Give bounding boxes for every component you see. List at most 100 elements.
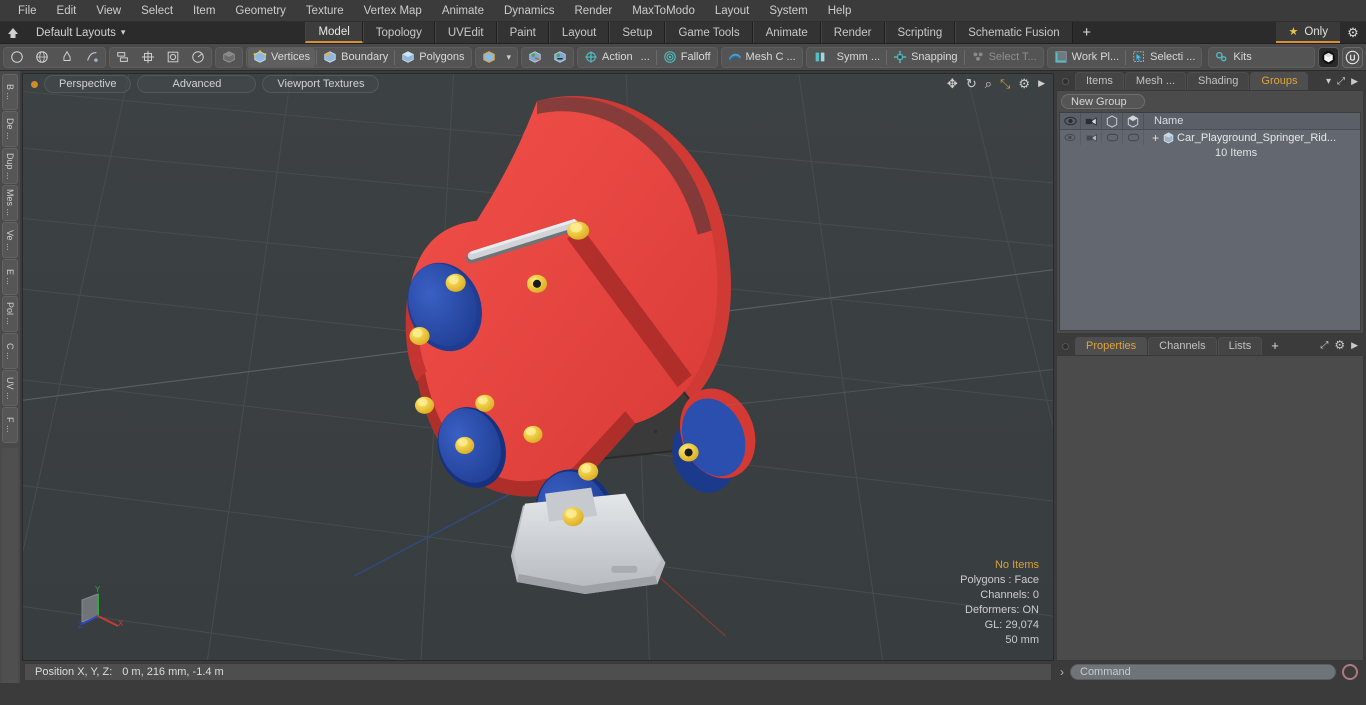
viewport-settings-gear-icon[interactable]: ⚙ — [1018, 77, 1030, 90]
viewport-perspective-button[interactable]: Perspective — [44, 75, 132, 93]
symmetry-button[interactable]: Symm ... — [808, 48, 885, 67]
tab-render[interactable]: Render — [820, 22, 885, 43]
gear-icon[interactable]: ⚙ — [1340, 22, 1366, 43]
tab-model[interactable]: Model — [305, 22, 363, 43]
tab-lists[interactable]: Lists — [1217, 337, 1263, 355]
curve-tool-icon[interactable] — [80, 48, 104, 67]
menu-item-maxtomodo[interactable]: MaxToModo — [622, 2, 705, 20]
menu-item-system[interactable]: System — [759, 2, 817, 20]
tab-schematic-fusion[interactable]: Schematic Fusion — [955, 22, 1073, 43]
left-tab-polygon[interactable]: Pol ... — [2, 296, 18, 332]
tab-paint[interactable]: Paint — [496, 22, 549, 43]
polygons-button[interactable]: Polygons — [396, 48, 469, 67]
expand-icon[interactable]: ⤢ — [1337, 76, 1345, 87]
menu-item-item[interactable]: Item — [183, 2, 225, 20]
row-shaded-toggle[interactable] — [1123, 130, 1144, 145]
tab-mesh[interactable]: Mesh ... — [1124, 72, 1187, 90]
tab-items[interactable]: Items — [1075, 72, 1124, 90]
fit-icon[interactable]: ⤡ — [1000, 77, 1010, 90]
viewport-menu-arrow-icon[interactable]: ▶ — [1038, 79, 1045, 88]
panel-dot-icon[interactable] — [1062, 78, 1069, 85]
tab-groups[interactable]: Groups — [1250, 72, 1309, 90]
square-select-icon[interactable] — [161, 48, 185, 67]
work-plane-button[interactable]: Work Pl... — [1049, 48, 1124, 67]
tab-scripting[interactable]: Scripting — [884, 22, 956, 43]
gear-icon[interactable]: ⚙ — [1334, 338, 1345, 352]
default-layouts-dropdown[interactable]: Default Layouts ▾ — [26, 22, 135, 43]
viewport-textures-button[interactable]: Viewport Textures — [262, 75, 380, 93]
menu-item-edit[interactable]: Edit — [47, 2, 87, 20]
left-tab-edge[interactable]: E ... — [2, 259, 18, 295]
add-tab-button[interactable]: + — [1072, 22, 1101, 43]
expand-row-button[interactable]: + — [1144, 132, 1163, 144]
left-tab-curve[interactable]: C ... — [2, 333, 18, 369]
left-tab-fusion[interactable]: F ... — [2, 407, 18, 443]
tab-setup[interactable]: Setup — [609, 22, 666, 43]
tab-properties[interactable]: Properties — [1075, 337, 1148, 355]
kits-button[interactable]: Kits — [1210, 48, 1256, 67]
tab-channels[interactable]: Channels — [1148, 337, 1217, 355]
shaded-cube-icon[interactable] — [1123, 113, 1144, 129]
menu-item-file[interactable]: File — [8, 2, 47, 20]
menu-item-view[interactable]: View — [86, 2, 131, 20]
table-row[interactable]: + Car_Playground_Springer_Rid... — [1060, 130, 1360, 145]
view-front-icon[interactable] — [523, 48, 547, 67]
mesh-constraint-button[interactable]: Mesh C ... — [723, 48, 801, 67]
center-tool-icon[interactable] — [136, 48, 160, 67]
menu-item-select[interactable]: Select — [131, 2, 183, 20]
select-through-button[interactable]: Select T... — [966, 48, 1042, 67]
chevron-down-icon[interactable]: ▾ — [1326, 76, 1331, 87]
menu-item-help[interactable]: Help — [818, 2, 862, 20]
visibility-eye-icon[interactable] — [1060, 113, 1081, 129]
panel-menu-arrow-icon[interactable]: ▶ — [1351, 76, 1358, 87]
menu-item-render[interactable]: Render — [564, 2, 622, 20]
left-tab-basic[interactable]: B ... — [2, 74, 18, 110]
home-icon[interactable] — [0, 22, 26, 43]
tab-animate[interactable]: Animate — [752, 22, 821, 43]
items-mode-icon[interactable] — [217, 48, 241, 67]
menu-item-animate[interactable]: Animate — [432, 2, 494, 20]
circle-tool-icon[interactable] — [5, 48, 29, 67]
tab-layout[interactable]: Layout — [548, 22, 610, 43]
tab-uvedit[interactable]: UVEdit — [434, 22, 497, 43]
wireframe-cube-icon[interactable] — [1102, 113, 1123, 129]
record-icon[interactable] — [1342, 664, 1358, 680]
zoom-icon[interactable]: ⌕ — [985, 77, 992, 90]
tab-game-tools[interactable]: Game Tools — [665, 22, 753, 43]
properties-menu-arrow-icon[interactable]: ▶ — [1351, 340, 1358, 351]
row-wireframe-toggle[interactable] — [1102, 130, 1123, 145]
material-cube-icon[interactable] — [477, 48, 501, 67]
radial-tool-icon[interactable] — [186, 48, 210, 67]
tab-topology[interactable]: Topology — [362, 22, 435, 43]
properties-panel-dot-icon[interactable] — [1062, 343, 1069, 350]
pan-icon[interactable]: ✥ — [947, 77, 958, 90]
left-tab-mesh[interactable]: Mes ... — [2, 185, 18, 221]
menu-item-texture[interactable]: Texture — [296, 2, 354, 20]
view-side-icon[interactable] — [548, 48, 572, 67]
render-camera-icon[interactable] — [1081, 113, 1102, 129]
viewport-dot-icon[interactable] — [31, 80, 38, 88]
left-tab-deform[interactable]: De ... — [2, 111, 18, 147]
sphere-tool-icon[interactable] — [30, 48, 54, 67]
align-tool-icon[interactable] — [111, 48, 135, 67]
only-toggle[interactable]: ★ Only — [1276, 22, 1340, 43]
tab-shading[interactable]: Shading — [1187, 72, 1250, 90]
selection-set-button[interactable]: Selecti ... — [1127, 48, 1200, 67]
menu-item-layout[interactable]: Layout — [705, 2, 760, 20]
boundary-button[interactable]: Boundary — [318, 48, 393, 67]
falloff-button[interactable]: Falloff — [658, 48, 716, 67]
action-center-button[interactable]: Action ... — [579, 48, 655, 67]
snapping-button[interactable]: Snapping — [888, 48, 963, 67]
row-visibility-eye-icon[interactable] — [1060, 130, 1081, 145]
menu-item-geometry[interactable]: Geometry — [225, 2, 296, 20]
expand-icon[interactable]: ⤢ — [1320, 340, 1328, 351]
viewport-advanced-button[interactable]: Advanced — [137, 75, 257, 93]
pen-tool-icon[interactable] — [55, 48, 79, 67]
modo-logo-icon[interactable] — [1318, 46, 1339, 68]
unreal-logo-icon[interactable] — [1342, 46, 1363, 68]
perspective-viewport[interactable]: Perspective Advanced Viewport Textures ✥… — [22, 73, 1054, 661]
add-properties-tab-button[interactable]: + — [1263, 338, 1287, 355]
menu-item-vertex-map[interactable]: Vertex Map — [354, 2, 432, 20]
vertices-button[interactable]: Vertices — [248, 47, 316, 67]
command-input[interactable]: Command — [1070, 664, 1336, 680]
